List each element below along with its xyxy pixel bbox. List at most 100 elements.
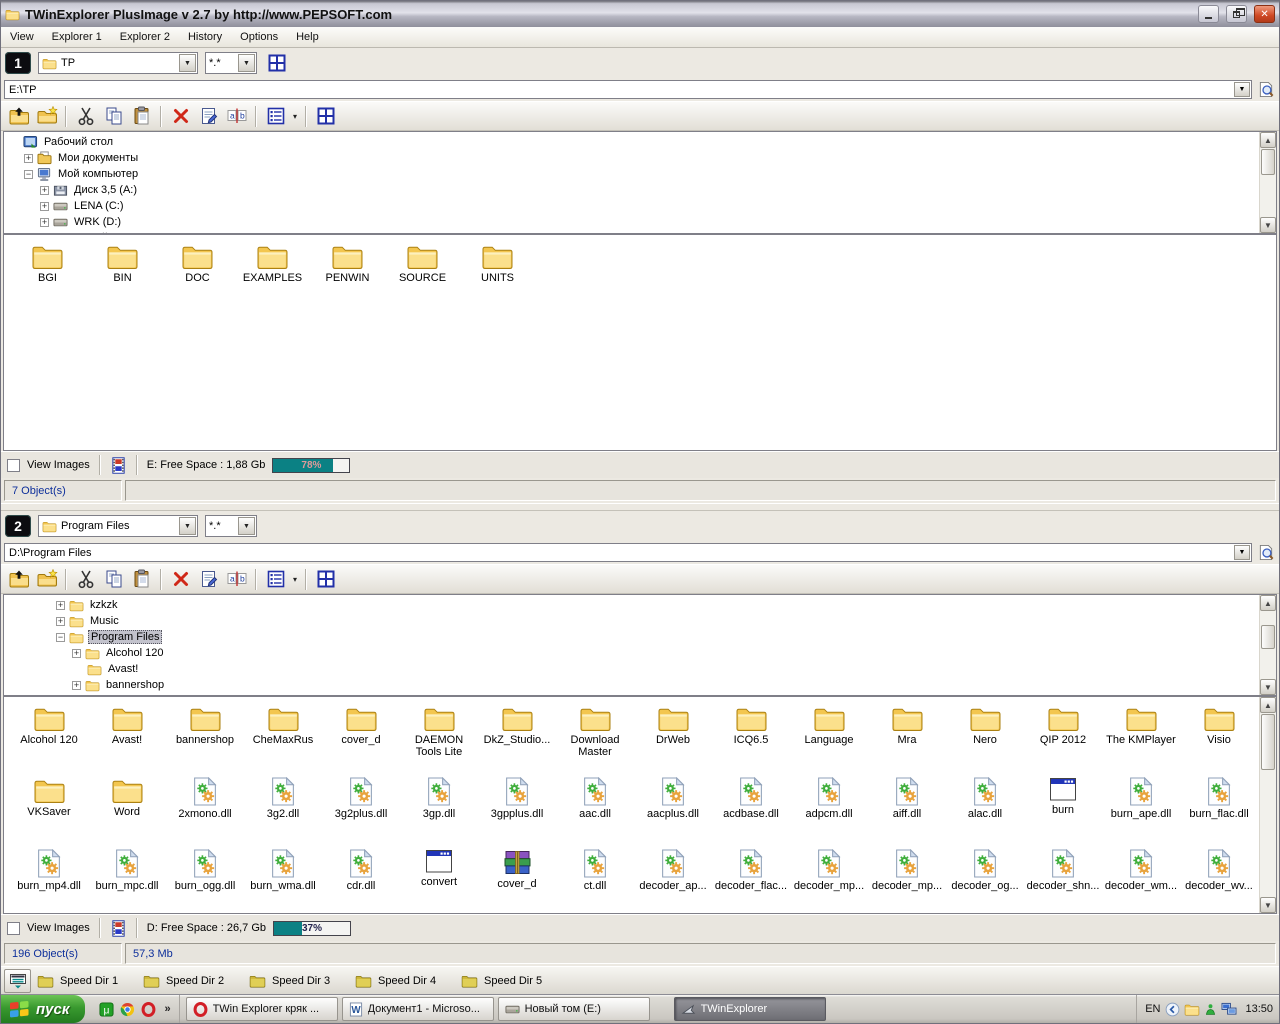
chevron-circle-icon[interactable] [1165, 1002, 1180, 1017]
tree-item[interactable]: − Program Files [4, 629, 1276, 645]
tray-folder-icon[interactable] [1184, 1003, 1200, 1016]
speed-dir-item[interactable]: Speed Dir 4 [355, 974, 459, 988]
folder-item[interactable]: DOC [160, 240, 235, 286]
pane2-files-scrollbar[interactable]: ▲ ▼ [1259, 697, 1276, 913]
file-item[interactable]: decoder_wv... [1180, 846, 1258, 913]
tree-item[interactable]: Avast! [4, 661, 1276, 677]
delete-button[interactable] [167, 104, 194, 129]
tree-item-label[interactable]: Avast! [106, 663, 140, 675]
folder-item[interactable]: Alcohol 120 [10, 702, 88, 774]
tree-expand-toggle[interactable]: + [40, 217, 49, 227]
pane2-path-field[interactable]: D:\Program Files ▼ [4, 543, 1252, 562]
folder-item[interactable]: UNITS [460, 240, 535, 286]
folder-item[interactable]: BIN [85, 240, 160, 286]
tree-item[interactable]: + kzkzk [4, 597, 1276, 613]
file-item[interactable]: 3gp.dll [400, 774, 478, 846]
folder-item[interactable]: Avast! [88, 702, 166, 774]
folder-item[interactable]: Nero [946, 702, 1024, 774]
tree-item[interactable]: + Alcohol 120 [4, 645, 1276, 661]
file-item[interactable]: convert [400, 846, 478, 913]
folder-item[interactable]: PENWIN [310, 240, 385, 286]
folder-item[interactable]: The KMPlayer [1102, 702, 1180, 774]
scroll-up-icon[interactable]: ▲ [1260, 132, 1276, 148]
tree-item-label[interactable]: bannershop [104, 679, 166, 691]
tray-network-icon[interactable] [1221, 1002, 1237, 1016]
tree-item-label[interactable]: Мои документы [56, 152, 140, 164]
list-view-button[interactable] [262, 567, 289, 592]
scrollbar-thumb[interactable] [1261, 625, 1275, 649]
start-button[interactable]: пуск [1, 995, 86, 1023]
file-item[interactable]: decoder_wm... [1102, 846, 1180, 913]
tree-item-label[interactable]: Рабочий стол [42, 136, 115, 148]
list-view-dropdown-arrow[interactable]: ▾ [290, 575, 300, 584]
scroll-up-icon[interactable]: ▲ [1260, 697, 1276, 713]
chevron-down-icon[interactable]: ▼ [1234, 82, 1250, 97]
file-item[interactable]: 3g2.dll [244, 774, 322, 846]
close-button[interactable]: ✕ [1254, 5, 1275, 23]
pane1-preview-button[interactable] [1256, 80, 1276, 100]
tree-expand-toggle[interactable]: + [72, 648, 81, 658]
menu-item[interactable]: Options [231, 28, 287, 46]
pane2-folder-combobox[interactable]: Program Files ▼ [38, 515, 198, 537]
new-folder-button[interactable] [33, 104, 60, 129]
quick-launch-overflow-chevron[interactable]: » [162, 1002, 172, 1016]
file-item[interactable]: burn_mpc.dll [88, 846, 166, 913]
view-images-checkbox[interactable] [7, 458, 20, 472]
chrome-icon[interactable] [120, 1002, 135, 1017]
rename-button[interactable]: ab [223, 567, 250, 592]
pane2-preview-button[interactable] [1256, 543, 1276, 563]
grid-view-button[interactable] [312, 567, 339, 592]
tree-item-label[interactable]: Music [88, 615, 121, 627]
file-item[interactable]: burn_ogg.dll [166, 846, 244, 913]
folder-item[interactable]: SOURCE [385, 240, 460, 286]
tree-expand-toggle[interactable]: − [56, 632, 65, 642]
copy-button[interactable] [100, 104, 127, 129]
tree-item[interactable]: + bannershop [4, 677, 1276, 693]
language-indicator[interactable]: EN [1145, 1003, 1160, 1015]
menu-item[interactable]: View [1, 28, 43, 46]
taskbar-task-button[interactable]: TWinExplorer [673, 997, 826, 1021]
chevron-down-icon[interactable]: ▼ [179, 54, 196, 72]
tree-item[interactable]: + Диск 3,5 (A:) [4, 182, 1276, 198]
menu-item[interactable]: History [179, 28, 231, 46]
tree-expand-toggle[interactable]: + [56, 616, 65, 626]
delete-button[interactable] [167, 567, 194, 592]
folder-item[interactable]: cover_d [322, 702, 400, 774]
file-item[interactable]: 3g2plus.dll [322, 774, 400, 846]
new-folder-button[interactable] [33, 567, 60, 592]
pane1-grid-view-button[interactable] [264, 51, 290, 75]
file-item[interactable]: decoder_og... [946, 846, 1024, 913]
paste-button[interactable] [128, 104, 155, 129]
opera-icon[interactable] [141, 1001, 156, 1017]
folder-item[interactable]: DAEMON Tools Lite [400, 702, 478, 774]
file-item[interactable]: decoder_mp... [790, 846, 868, 913]
restore-button[interactable] [1226, 5, 1247, 23]
file-item[interactable]: burn_ape.dll [1102, 774, 1180, 846]
folder-item[interactable]: bannershop [166, 702, 244, 774]
tree-expand-toggle[interactable]: − [24, 169, 33, 179]
cut-button[interactable] [72, 567, 99, 592]
folder-item[interactable]: EXAMPLES [235, 240, 310, 286]
taskbar-task-button[interactable]: TWin Explorer кряк ... [185, 997, 338, 1021]
file-item[interactable]: burn_mp4.dll [10, 846, 88, 913]
tree-item-label[interactable]: LENA (C:) [72, 200, 126, 212]
list-view-dropdown-arrow[interactable]: ▾ [290, 112, 300, 121]
file-item[interactable]: alac.dll [946, 774, 1024, 846]
tree-item-label[interactable]: WRK (D:) [72, 216, 123, 228]
tree-item-label[interactable]: Program Files [88, 630, 163, 644]
scroll-down-icon[interactable]: ▼ [1260, 217, 1276, 233]
scroll-down-icon[interactable]: ▼ [1260, 679, 1276, 695]
view-images-checkbox[interactable] [7, 921, 20, 935]
file-item[interactable]: cover_d [478, 846, 556, 913]
file-item[interactable]: ct.dll [556, 846, 634, 913]
chevron-down-icon[interactable]: ▼ [1234, 545, 1250, 560]
tree-item[interactable]: + Music [4, 613, 1276, 629]
folder-item[interactable]: ICQ6.5 [712, 702, 790, 774]
pane1-filter-combobox[interactable]: *.* ▼ [205, 52, 257, 74]
file-item[interactable]: aac.dll [556, 774, 634, 846]
tree-expand-toggle[interactable]: + [56, 600, 65, 610]
tree-expand-toggle[interactable]: + [24, 153, 33, 163]
file-item[interactable]: 2xmono.dll [166, 774, 244, 846]
file-item[interactable]: 3gpplus.dll [478, 774, 556, 846]
scrollbar-thumb[interactable] [1261, 149, 1275, 175]
